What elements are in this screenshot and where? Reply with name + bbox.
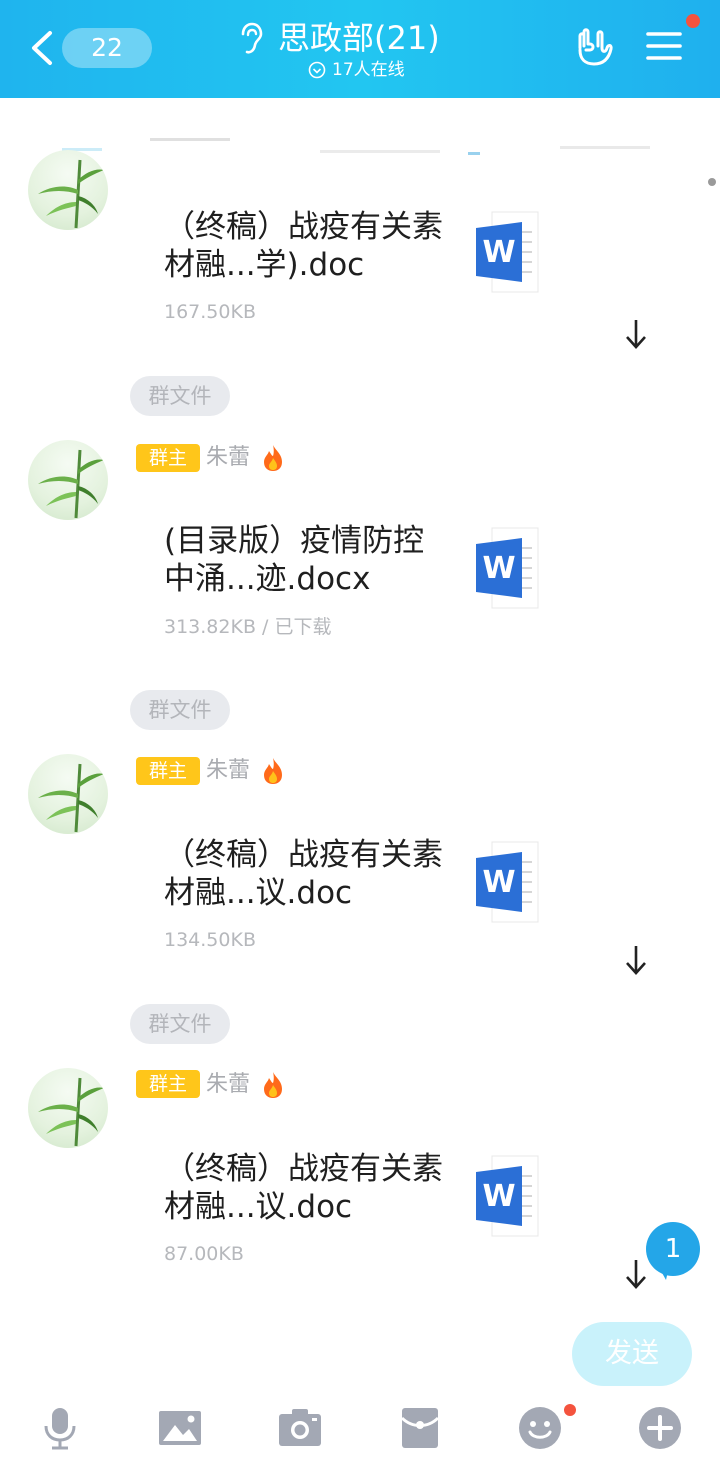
bamboo-avatar-icon <box>38 1077 104 1147</box>
word-document-icon: W <box>476 841 539 923</box>
avatar[interactable] <box>28 754 108 834</box>
file-card[interactable]: (目录版）疫情防控中涌...迹.docx 313.82KB / 已下载 W <box>140 522 560 682</box>
online-count-text: 17人在线 <box>332 60 405 80</box>
blur-artifact <box>560 146 650 149</box>
unread-count-badge: 22 <box>62 28 152 68</box>
sender-name: 朱蕾 <box>206 1072 251 1097</box>
red-packet-icon[interactable] <box>396 1404 444 1452</box>
bamboo-avatar-icon <box>38 449 104 519</box>
group-file-tag: 群文件 <box>130 1004 230 1044</box>
download-arrow-icon[interactable] <box>620 314 652 354</box>
file-name: （终稿）战疫有关素材融...议.doc <box>164 1151 443 1225</box>
group-owner-badge: 群主 <box>136 757 200 785</box>
sender-name: 朱蕾 <box>206 445 251 470</box>
send-button[interactable]: 发送 <box>572 1322 692 1386</box>
chat-header: 22 思政部(21) 17人在线 <box>0 0 720 98</box>
download-arrow-icon[interactable] <box>620 940 652 980</box>
emoji-icon[interactable] <box>516 1404 564 1452</box>
fire-icon <box>264 758 282 784</box>
new-message-badge[interactable]: 1 <box>646 1222 700 1276</box>
ear-icon <box>241 22 263 54</box>
microphone-icon[interactable] <box>36 1404 84 1452</box>
scroll-indicator <box>708 178 716 186</box>
file-card[interactable]: （终稿）战疫有关素材融...议.doc 87.00KB W <box>140 1150 560 1310</box>
download-arrow-icon[interactable] <box>620 1254 652 1294</box>
group-file-tag: 群文件 <box>130 690 230 730</box>
svg-text:W: W <box>482 551 515 586</box>
blur-artifact <box>468 152 480 155</box>
emoji-notification-dot <box>564 1404 576 1416</box>
svg-text:W: W <box>482 235 515 270</box>
online-status-icon <box>308 61 326 79</box>
bamboo-avatar-icon <box>38 763 104 833</box>
file-size: 87.00KB <box>164 1243 244 1265</box>
group-owner-badge: 群主 <box>136 1070 200 1098</box>
group-owner-badge: 群主 <box>136 444 200 472</box>
gesture-hand-icon[interactable] <box>572 26 614 68</box>
fire-icon <box>264 445 282 471</box>
sender-name: 朱蕾 <box>206 758 251 783</box>
blur-artifact <box>320 150 440 153</box>
menu-icon[interactable] <box>644 26 684 66</box>
blur-artifact <box>150 138 230 141</box>
file-size: 134.50KB <box>164 929 256 951</box>
file-size: 167.50KB <box>164 301 256 323</box>
group-file-tag: 群文件 <box>130 376 230 416</box>
svg-text:W: W <box>482 865 515 900</box>
menu-notification-dot <box>686 14 700 28</box>
blurred-notice-strip <box>0 98 720 180</box>
word-document-icon: W <box>476 527 539 609</box>
bamboo-avatar-icon <box>38 159 104 229</box>
word-document-icon: W <box>476 1155 539 1237</box>
image-icon[interactable] <box>156 1404 204 1452</box>
file-card[interactable]: （终稿）战疫有关素材融...议.doc 134.50KB W <box>140 836 560 996</box>
avatar[interactable] <box>28 1068 108 1148</box>
file-name: (目录版）疫情防控中涌...迹.docx <box>164 523 425 597</box>
fire-icon <box>264 1072 282 1098</box>
file-name: （终稿）战疫有关素材融...议.doc <box>164 837 443 911</box>
file-name: （终稿）战疫有关素材融...学).doc <box>164 209 443 283</box>
word-document-icon: W <box>476 211 539 293</box>
avatar[interactable] <box>28 440 108 520</box>
chevron-left-icon <box>32 31 52 65</box>
group-title-area[interactable]: 思政部(21) 17人在线 <box>200 14 520 84</box>
group-title: 思政部(21) <box>278 19 440 57</box>
camera-icon[interactable] <box>276 1404 324 1452</box>
file-card[interactable]: （终稿）战疫有关素材融...学).doc 167.50KB W <box>140 208 560 368</box>
file-size: 313.82KB / 已下载 <box>164 616 332 638</box>
back-button[interactable]: 22 <box>28 24 152 72</box>
input-toolbar <box>0 1392 720 1470</box>
svg-text:W: W <box>482 1179 515 1214</box>
avatar[interactable] <box>28 150 108 230</box>
plus-icon[interactable] <box>636 1404 684 1452</box>
